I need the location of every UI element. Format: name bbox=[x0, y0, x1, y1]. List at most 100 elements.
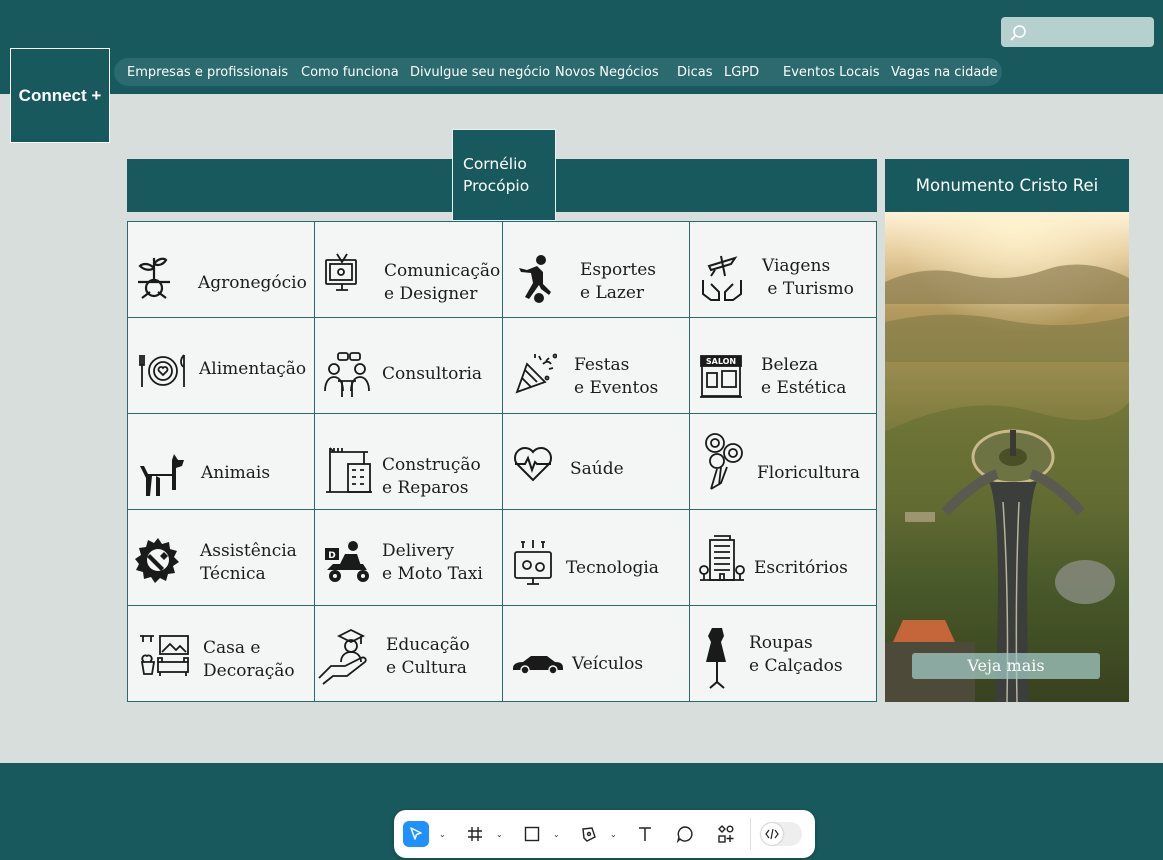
toolbar-divider bbox=[750, 818, 751, 850]
frame-icon bbox=[468, 827, 482, 841]
category-roupas[interactable]: Roupas e Calçados bbox=[690, 606, 877, 702]
category-viagens[interactable]: Viagens e Turismo bbox=[690, 222, 877, 318]
category-label: Tecnologia bbox=[566, 558, 659, 578]
category-tecnologia[interactable]: Tecnologia bbox=[503, 510, 690, 606]
graduation-hand-icon bbox=[318, 628, 367, 685]
category-escritorios[interactable]: Escritórios bbox=[690, 510, 877, 606]
category-label: Saúde bbox=[570, 459, 624, 479]
salon-icon: SALON bbox=[700, 355, 742, 398]
gear-wrench-icon bbox=[135, 538, 179, 583]
category-label: Esportes e Lazer bbox=[580, 260, 656, 303]
chevron-down-icon[interactable]: ⌄ bbox=[610, 830, 617, 839]
featured-card[interactable]: Monumento Cristo Rei Veja mais bbox=[885, 159, 1129, 702]
chevron-down-icon[interactable]: ⌄ bbox=[439, 830, 446, 839]
category-saude[interactable]: Saúde bbox=[503, 414, 690, 510]
tech-monitor-icon bbox=[514, 540, 552, 585]
category-assistencia[interactable]: Assistência Técnica bbox=[128, 510, 315, 606]
select-tool[interactable] bbox=[403, 821, 429, 847]
plant-icon bbox=[138, 257, 170, 299]
category-label: Construção e Reparos bbox=[382, 455, 481, 498]
category-construcao[interactable]: Construção e Reparos bbox=[315, 414, 503, 510]
office-building-icon bbox=[699, 535, 745, 581]
car-icon bbox=[513, 656, 563, 675]
category-label: Assistência Técnica bbox=[200, 541, 297, 584]
logo[interactable]: Connect + bbox=[10, 48, 110, 143]
dress-form-icon bbox=[706, 624, 726, 689]
category-esportes[interactable]: Esportes e Lazer bbox=[503, 222, 690, 318]
category-beleza[interactable]: SALON Beleza e Estética bbox=[690, 318, 877, 414]
comment-icon bbox=[676, 826, 693, 843]
main-nav: Empresas e profissionais Como funciona D… bbox=[114, 58, 1002, 86]
svg-text:D: D bbox=[328, 551, 335, 561]
category-animais[interactable]: Animais bbox=[128, 414, 315, 510]
category-veiculos[interactable]: Veículos bbox=[503, 606, 690, 702]
rectangle-icon bbox=[524, 826, 540, 842]
code-icon bbox=[761, 823, 783, 845]
category-casa[interactable]: Casa e Decoração bbox=[128, 606, 315, 702]
delivery-scooter-icon: D bbox=[325, 541, 369, 582]
chevron-down-icon[interactable]: ⌄ bbox=[496, 830, 503, 839]
category-delivery[interactable]: D Delivery e Moto Taxi bbox=[315, 510, 503, 606]
category-comunicacao[interactable]: Comunicação e Designer bbox=[315, 222, 503, 318]
pen-tool[interactable] bbox=[576, 821, 602, 847]
category-label: Casa e Decoração bbox=[203, 638, 295, 681]
category-label: Floricultura bbox=[757, 463, 860, 483]
components-icon bbox=[718, 825, 734, 843]
pen-icon bbox=[582, 827, 596, 842]
cursor-icon bbox=[410, 827, 422, 840]
category-label: Beleza e Estética bbox=[761, 355, 847, 398]
nav-dicas[interactable]: Dicas bbox=[677, 65, 713, 80]
home-decor-icon bbox=[140, 635, 189, 676]
category-label: Viagens e Turismo bbox=[762, 256, 854, 299]
party-popper-icon bbox=[515, 353, 557, 394]
nav-divulgue[interactable]: Divulgue seu negócio bbox=[410, 65, 550, 80]
components-tool[interactable] bbox=[713, 821, 739, 847]
category-label: Comunicação e Designer bbox=[384, 261, 501, 304]
category-label: Veículos bbox=[572, 654, 644, 674]
svg-text:SALON: SALON bbox=[706, 357, 736, 366]
text-icon bbox=[639, 827, 651, 841]
category-educacao[interactable]: Educação e Cultura bbox=[315, 606, 503, 702]
flower-bouquet-icon bbox=[705, 433, 743, 490]
nav-vagas[interactable]: Vagas na cidade bbox=[891, 65, 998, 80]
code-toggle[interactable] bbox=[760, 822, 802, 846]
search-box[interactable] bbox=[1001, 17, 1154, 47]
category-consultoria[interactable]: Consultoria bbox=[315, 318, 503, 414]
comment-tool[interactable] bbox=[672, 821, 698, 847]
city-name: Cornélio Procópio bbox=[452, 129, 556, 221]
crane-building-icon bbox=[326, 447, 372, 493]
dog-icon bbox=[140, 454, 184, 496]
category-label: Roupas e Calçados bbox=[749, 633, 843, 676]
category-festas[interactable]: Festas e Eventos bbox=[503, 318, 690, 414]
design-toolbar: ⌄ ⌄ ⌄ ⌄ bbox=[394, 810, 815, 858]
category-label: Festas e Eventos bbox=[574, 355, 659, 398]
nav-como-funciona[interactable]: Como funciona bbox=[301, 65, 399, 80]
nav-eventos[interactable]: Eventos Locais bbox=[783, 65, 880, 80]
nav-empresas[interactable]: Empresas e profissionais bbox=[127, 65, 288, 80]
search-icon bbox=[1010, 25, 1026, 41]
category-label: Agronegócio bbox=[198, 273, 307, 293]
frame-tool[interactable] bbox=[462, 821, 488, 847]
chevron-down-icon[interactable]: ⌄ bbox=[553, 830, 560, 839]
category-alimentacao[interactable]: Alimentação bbox=[128, 318, 315, 414]
category-label: Alimentação bbox=[199, 359, 307, 379]
nav-lgpd[interactable]: LGPD bbox=[724, 65, 759, 80]
category-label: Delivery e Moto Taxi bbox=[382, 541, 483, 584]
see-more-button[interactable]: Veja mais bbox=[912, 653, 1100, 679]
soccer-player-icon bbox=[519, 255, 551, 303]
category-agronegocio[interactable]: Agronegócio bbox=[128, 222, 315, 318]
meeting-icon bbox=[324, 352, 370, 397]
nav-novos-negocios[interactable]: Novos Negócios bbox=[555, 65, 659, 80]
computer-design-icon bbox=[325, 253, 357, 291]
shape-tool[interactable] bbox=[519, 821, 545, 847]
category-label: Educação e Cultura bbox=[386, 635, 470, 678]
category-label: Consultoria bbox=[382, 364, 483, 384]
airplane-hands-icon bbox=[702, 255, 742, 301]
text-tool[interactable] bbox=[632, 821, 658, 847]
category-label: Animais bbox=[201, 463, 271, 483]
category-grid: Agronegócio Comunicação e Designer Espor… bbox=[127, 221, 877, 702]
category-floricultura[interactable]: Floricultura bbox=[690, 414, 877, 510]
category-label: Escritórios bbox=[754, 558, 848, 578]
featured-photo bbox=[885, 212, 1129, 702]
featured-title: Monumento Cristo Rei bbox=[885, 159, 1129, 212]
